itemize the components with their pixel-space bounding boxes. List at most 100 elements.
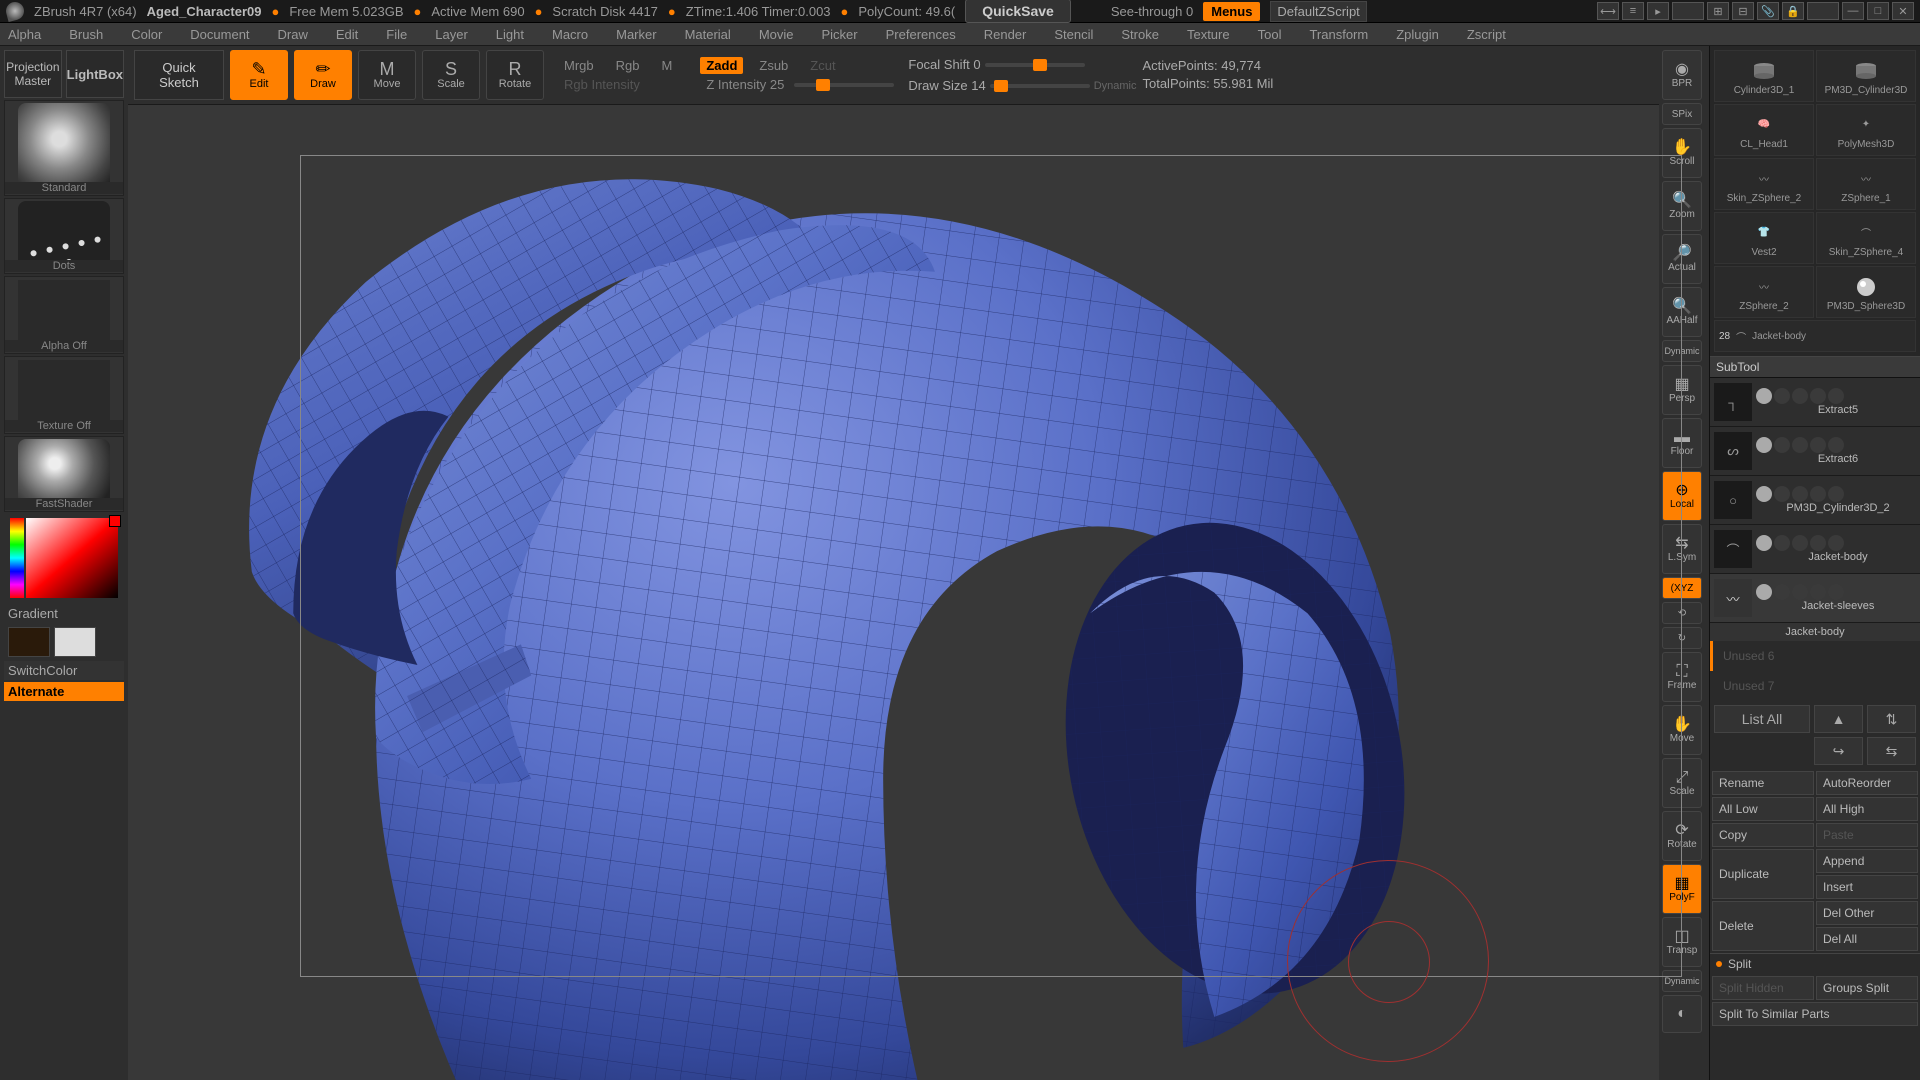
insert-button[interactable]: Insert [1816, 875, 1918, 899]
tool-current[interactable]: 28⌒Jacket-body [1714, 320, 1916, 352]
menu-render[interactable]: Render [984, 27, 1027, 42]
z-intensity-slider[interactable] [794, 83, 894, 87]
menu-brush[interactable]: Brush [69, 27, 103, 42]
material-preview[interactable]: FastShader [4, 436, 124, 512]
mrgb-toggle[interactable]: Mrgb [558, 57, 600, 74]
menu-draw[interactable]: Draw [278, 27, 308, 42]
list-all-button[interactable]: List All [1714, 705, 1810, 733]
zcut-toggle[interactable]: Zcut [804, 57, 841, 74]
tool-cyl1[interactable]: Cylinder3D_1 [1714, 50, 1814, 102]
tool-skinzs4[interactable]: ⌒Skin_ZSphere_4 [1816, 212, 1916, 264]
all-low-button[interactable]: All Low [1712, 797, 1814, 821]
menu-color[interactable]: Color [131, 27, 162, 42]
bpr-button[interactable]: ◉BPR [1662, 50, 1702, 100]
all-high-button[interactable]: All High [1816, 797, 1918, 821]
maximize-icon[interactable]: □ [1867, 2, 1889, 20]
canvas-wrap[interactable] [128, 105, 1659, 1080]
unused-slot[interactable]: Unused 7 [1710, 671, 1920, 701]
subtool-item-selected[interactable]: 〰Jacket-sleeves [1710, 574, 1920, 623]
swatch-primary[interactable] [54, 627, 96, 657]
move-swap-button[interactable]: ⇆ [1867, 737, 1916, 765]
gradient-toggle[interactable]: Gradient [4, 604, 124, 623]
projection-master-button[interactable]: Projection Master [4, 50, 62, 98]
menus-button[interactable]: Menus [1203, 2, 1260, 21]
close-icon[interactable]: ✕ [1892, 2, 1914, 20]
subtool-header[interactable]: SubTool [1710, 356, 1920, 378]
clip-icon[interactable]: 📎 [1757, 2, 1779, 20]
tool-zsphere1[interactable]: 〰ZSphere_1 [1816, 158, 1916, 210]
rgb-toggle[interactable]: Rgb [610, 57, 646, 74]
swatch-secondary[interactable] [8, 627, 50, 657]
menu-light[interactable]: Light [496, 27, 524, 42]
menu-edit[interactable]: Edit [336, 27, 358, 42]
menu-transform[interactable]: Transform [1309, 27, 1368, 42]
menu-preferences[interactable]: Preferences [886, 27, 956, 42]
move-down-button[interactable]: ↪ [1814, 737, 1863, 765]
alpha-preview[interactable]: Alpha Off [4, 276, 124, 354]
del-all-button[interactable]: Del All [1816, 927, 1918, 951]
tool-pm3dcyl[interactable]: PM3D_Cylinder3D [1816, 50, 1916, 102]
menu-layer[interactable]: Layer [435, 27, 468, 42]
zsub-toggle[interactable]: Zsub [753, 57, 794, 74]
texture-preview[interactable]: Texture Off [4, 356, 124, 434]
rotate-mode-button[interactable]: RRotate [486, 50, 544, 100]
move-dup-button[interactable]: ⇅ [1867, 705, 1916, 733]
default-zscript-button[interactable]: DefaultZScript [1270, 1, 1366, 22]
brush-preview[interactable]: Standard [4, 100, 124, 196]
stroke-preview[interactable]: Dots [4, 198, 124, 274]
dynamic-label[interactable]: Dynamic [1094, 80, 1137, 92]
unused-slot[interactable]: Unused 6 [1710, 641, 1920, 671]
split-section[interactable]: Split [1710, 953, 1920, 974]
menu-file[interactable]: File [386, 27, 407, 42]
switch-color-button[interactable]: SwitchColor [4, 661, 124, 680]
lightbox-button[interactable]: LightBox [66, 50, 124, 98]
move-mode-button[interactable]: MMove [358, 50, 416, 100]
color-picker[interactable] [26, 518, 118, 598]
tool-pm3dsphere[interactable]: PM3D_Sphere3D [1816, 266, 1916, 318]
tool-polymesh[interactable]: ✦PolyMesh3D [1816, 104, 1916, 156]
chevron-icon[interactable]: ▸ [1647, 2, 1669, 20]
solo-button[interactable]: ◐ [1662, 995, 1702, 1033]
tool-skinzs2[interactable]: 〰Skin_ZSphere_2 [1714, 158, 1814, 210]
subtool-item[interactable]: ⌒Jacket-body [1710, 525, 1920, 574]
focal-shift-slider[interactable] [985, 63, 1085, 67]
rename-button[interactable]: Rename [1712, 771, 1814, 795]
scale-mode-button[interactable]: SScale [422, 50, 480, 100]
edit-mode-button[interactable]: ✎Edit [230, 50, 288, 100]
menu-tool[interactable]: Tool [1258, 27, 1282, 42]
quick-sketch-button[interactable]: Quick Sketch [134, 50, 224, 100]
tool-zsphere2[interactable]: 〰ZSphere_2 [1714, 266, 1814, 318]
menu-document[interactable]: Document [190, 27, 249, 42]
del-other-button[interactable]: Del Other [1816, 901, 1918, 925]
subtool-item[interactable]: ᔕExtract6 [1710, 427, 1920, 476]
autoreorder-button[interactable]: AutoReorder [1816, 771, 1918, 795]
tool-vest2[interactable]: 👕Vest2 [1714, 212, 1814, 264]
dock1-icon[interactable]: ⊞ [1707, 2, 1729, 20]
menu-macro[interactable]: Macro [552, 27, 588, 42]
spix-button[interactable]: SPix [1662, 103, 1702, 125]
lock-icon[interactable]: 🔒 [1782, 2, 1804, 20]
menu-stencil[interactable]: Stencil [1054, 27, 1093, 42]
alternate-button[interactable]: Alternate [4, 682, 124, 701]
bars-icon[interactable]: ≡ [1622, 2, 1644, 20]
menu-picker[interactable]: Picker [822, 27, 858, 42]
quicksave-button[interactable]: QuickSave [965, 0, 1071, 23]
menu-alpha[interactable]: Alpha [8, 27, 41, 42]
draw-size-slider[interactable] [990, 84, 1090, 88]
arrows-icon[interactable]: ⟷ [1597, 2, 1619, 20]
menu-material[interactable]: Material [685, 27, 731, 42]
draw-mode-button[interactable]: ✏Draw [294, 50, 352, 100]
menu-marker[interactable]: Marker [616, 27, 656, 42]
subtool-item[interactable]: ○PM3D_Cylinder3D_2 [1710, 476, 1920, 525]
split-similar-button[interactable]: Split To Similar Parts [1712, 1002, 1918, 1026]
append-button[interactable]: Append [1816, 849, 1918, 873]
menu-zplugin[interactable]: Zplugin [1396, 27, 1439, 42]
zadd-toggle[interactable]: Zadd [700, 57, 743, 74]
menu-movie[interactable]: Movie [759, 27, 794, 42]
m-toggle[interactable]: M [655, 57, 678, 74]
copy-button[interactable]: Copy [1712, 823, 1814, 847]
delete-button[interactable]: Delete [1712, 901, 1814, 951]
menu-texture[interactable]: Texture [1187, 27, 1230, 42]
move-up-button[interactable]: ▲ [1814, 705, 1863, 733]
duplicate-button[interactable]: Duplicate [1712, 849, 1814, 899]
